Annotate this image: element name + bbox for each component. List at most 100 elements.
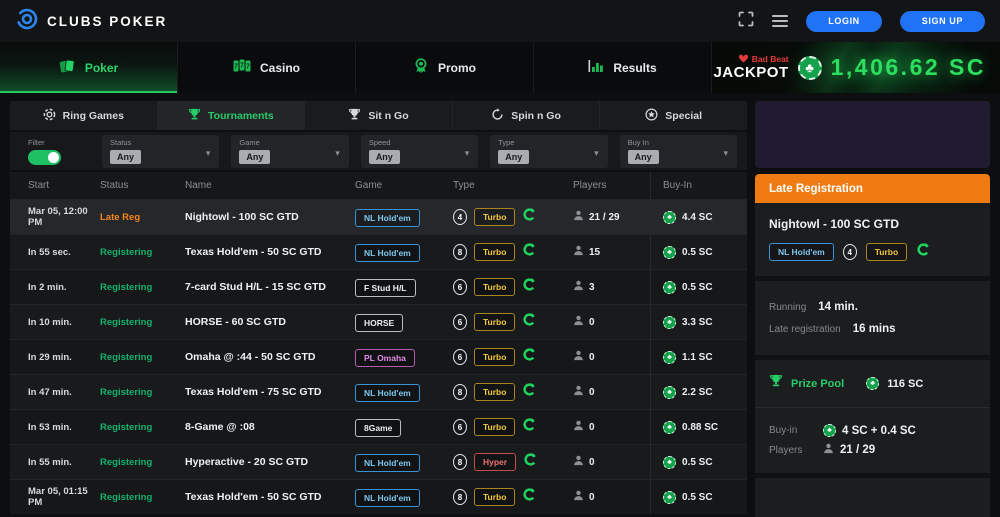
table-row[interactable]: In 53 min. Registering 8-Game @ :08 8Gam…	[10, 409, 747, 444]
detail-status-header: Late Registration	[755, 174, 990, 203]
table-row[interactable]: In 10 min. Registering HORSE - 60 SC GTD…	[10, 304, 747, 339]
buyin-value: 4 SC + 0.4 SC	[842, 424, 916, 437]
row-name: Texas Hold'em - 75 SC GTD	[185, 386, 322, 398]
table-row[interactable]: In 47 min. Registering Texas Hold'em - 7…	[10, 374, 747, 409]
row-type: 8 Turbo	[453, 382, 573, 402]
row-players: 0	[573, 420, 650, 434]
chevron-down-icon: ▾	[723, 147, 729, 158]
brand-logo[interactable]: CLUBS POKER	[15, 7, 167, 36]
table-row[interactable]: In 2 min. Registering 7-card Stud H/L - …	[10, 269, 747, 304]
game-badge: NL Hold'em	[355, 208, 420, 227]
row-players: 0	[573, 315, 650, 329]
table-row[interactable]: In 55 sec. Registering Texas Hold'em - 5…	[10, 234, 747, 269]
col-start: Start	[28, 180, 50, 191]
reentry-icon	[522, 417, 537, 437]
speed-badge: Turbo	[474, 278, 516, 296]
row-name: Texas Hold'em - 50 SC GTD	[185, 246, 322, 258]
chip-icon	[663, 455, 676, 469]
row-game: PL Omaha	[355, 348, 453, 367]
nav-tab-casino[interactable]: 7 7 7 Casino	[178, 42, 356, 93]
row-name: 7-card Stud H/L - 15 SC GTD	[185, 281, 326, 293]
trophy-icon	[348, 108, 361, 124]
row-start: Mar 05, 01:15 PM	[28, 486, 88, 508]
menu-icon[interactable]	[772, 15, 789, 27]
tab-ring-games[interactable]: Ring Games	[10, 101, 158, 130]
running-value: 14 min.	[818, 301, 858, 313]
game-badge: NL Hold'em	[769, 243, 834, 261]
prize-pool-label: Prize Pool	[791, 377, 845, 390]
running-label: Running	[769, 301, 807, 313]
status-dropdown[interactable]: Status Any ▾	[102, 134, 220, 168]
svg-text:7: 7	[246, 64, 250, 71]
game-badge: F Stud H/L	[355, 278, 416, 297]
type-dropdown[interactable]: Type Any ▾	[490, 134, 608, 168]
players-icon	[573, 455, 584, 469]
col-type: Type	[453, 180, 475, 191]
chip-icon	[866, 377, 880, 390]
filter-toggle[interactable]	[28, 149, 61, 165]
row-buyin: 3.3 SC	[650, 305, 747, 339]
reentry-icon	[522, 242, 537, 262]
row-game: NL Hold'em	[355, 243, 453, 262]
chip-icon	[663, 490, 676, 504]
jackpot-badge: Bad Beat	[751, 53, 789, 64]
players-icon	[573, 245, 584, 259]
reentry-icon	[522, 277, 537, 297]
speed-dropdown[interactable]: Speed Any ▾	[360, 134, 479, 168]
signup-button[interactable]: SIGN UP	[899, 10, 985, 32]
row-players: 21 / 29	[573, 210, 650, 224]
clubs-poker-icon	[15, 7, 39, 36]
chips-icon	[43, 108, 56, 124]
row-game: HORSE	[355, 313, 453, 332]
jackpot-amount: 1,406.62 SC	[830, 54, 986, 80]
promo-banner	[755, 101, 990, 168]
nav-tab-results[interactable]: Results	[534, 42, 712, 93]
game-dropdown[interactable]: Game Any ▾	[231, 134, 349, 168]
nav-tab-poker[interactable]: Poker	[0, 42, 178, 93]
row-start: Mar 05, 12:00 PM	[28, 206, 88, 228]
speed-badge: Turbo	[474, 383, 516, 401]
tab-sit-n-go[interactable]: Sit n Go	[305, 101, 453, 130]
players-icon	[573, 315, 584, 329]
tab-special[interactable]: Special	[600, 101, 747, 130]
col-players: Players	[573, 180, 607, 191]
row-start: In 53 min.	[28, 421, 72, 433]
reentry-icon	[522, 382, 537, 402]
row-game: F Stud H/L	[355, 278, 453, 297]
buyin-dropdown[interactable]: Buy In Any ▾	[619, 134, 738, 168]
row-buyin: 2.2 SC	[650, 375, 747, 409]
speed-badge: Turbo	[474, 243, 516, 261]
table-row[interactable]: In 29 min. Registering Omaha @ :44 - 50 …	[10, 339, 747, 374]
game-badge: HORSE	[355, 313, 404, 332]
players-label: Players	[769, 444, 803, 456]
row-status: Registering	[100, 351, 153, 363]
spin-icon	[491, 108, 504, 124]
chevron-down-icon: ▾	[594, 147, 599, 158]
row-status: Registering	[100, 456, 153, 468]
nav-tab-promo[interactable]: Promo	[356, 42, 534, 93]
prize-pool-value: 116 SC	[887, 377, 924, 390]
seats-badge: 4	[453, 209, 467, 225]
row-players: 0	[573, 455, 650, 469]
medal-icon	[413, 58, 429, 77]
reentry-icon	[522, 207, 537, 227]
fullscreen-icon[interactable]	[738, 11, 754, 32]
login-button[interactable]: LOGIN	[806, 10, 882, 32]
seats-badge: 6	[453, 314, 467, 330]
table-body: Mar 05, 12:00 PM Late Reg Nightowl - 100…	[10, 199, 747, 514]
table-row[interactable]: Mar 05, 12:00 PM Late Reg Nightowl - 100…	[10, 199, 747, 234]
chip-icon	[663, 315, 676, 329]
row-status: Late Reg	[100, 211, 141, 223]
tab-tournaments[interactable]: Tournaments	[157, 101, 306, 130]
chip-icon	[663, 350, 676, 364]
tab-spin-n-go[interactable]: Spin n Go	[453, 101, 601, 130]
game-badge: 8Game	[355, 418, 402, 437]
row-name: HORSE - 60 SC GTD	[185, 316, 286, 328]
table-header: Start Status Name Game Type Players Buy-…	[10, 172, 747, 199]
table-row[interactable]: Mar 05, 01:15 PM Registering Texas Hold'…	[10, 479, 747, 514]
seats-badge: 8	[453, 244, 467, 260]
table-row[interactable]: In 55 min. Registering Hyperactive - 20 …	[10, 444, 747, 479]
speed-badge: Turbo	[865, 243, 908, 261]
chip-icon	[663, 420, 676, 434]
row-players: 0	[573, 385, 650, 399]
